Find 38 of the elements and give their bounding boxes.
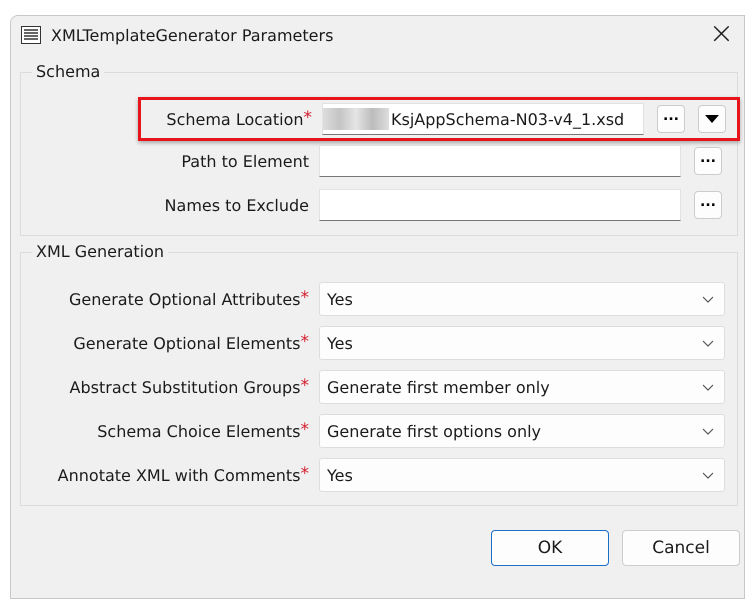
chevron-down-icon (702, 472, 714, 478)
dropdown-value: Generate first options only (327, 422, 542, 440)
triangle-down-icon (705, 115, 719, 123)
browse-button[interactable]: ... (694, 147, 722, 175)
redaction-mark (323, 108, 389, 130)
field-label: Schema Location* (165, 110, 313, 128)
field-label: Annotate XML with Comments* (56, 466, 310, 484)
dropdown-value: Yes (327, 290, 353, 308)
cancel-button[interactable]: Cancel (622, 530, 740, 566)
field-value: KsjAppSchema-N03-v4_1.xsd (391, 110, 624, 128)
field-label: Abstract Substitution Groups* (68, 378, 310, 396)
input-field[interactable] (319, 189, 681, 221)
dropdown-value: Generate first member only (327, 378, 550, 396)
browse-button[interactable]: ... (657, 105, 685, 133)
dropdown-field[interactable]: Generate first options only (319, 414, 725, 448)
chevron-down-icon (702, 384, 714, 390)
dropdown-button[interactable] (698, 105, 726, 133)
dropdown-field[interactable]: Yes (319, 282, 725, 316)
chevron-down-icon (702, 296, 714, 302)
window-title: XMLTemplateGenerator Parameters (51, 26, 334, 44)
dropdown-field[interactable]: Generate first member only (319, 370, 725, 404)
chevron-down-icon (702, 340, 714, 346)
browse-button[interactable]: ... (694, 191, 722, 219)
dropdown-field[interactable]: Yes (319, 326, 725, 360)
dropdown-value: Yes (327, 466, 353, 484)
chevron-down-icon (702, 428, 714, 434)
dropdown-field[interactable]: Yes (319, 458, 725, 492)
field-label: Generate Optional Elements* (72, 334, 310, 352)
input-field[interactable]: KsjAppSchema-N03-v4_1.xsd (322, 103, 644, 135)
field-label: Generate Optional Attributes* (68, 290, 310, 308)
field-label: Schema Choice Elements* (96, 422, 310, 440)
document-icon (21, 26, 41, 44)
field-label: Path to Element (180, 152, 310, 170)
ok-button[interactable]: OK (491, 530, 609, 566)
close-button[interactable]: × (698, 16, 744, 54)
input-field[interactable] (319, 145, 681, 177)
field-label: Names to Exclude (164, 196, 310, 214)
dropdown-value: Yes (327, 334, 353, 352)
